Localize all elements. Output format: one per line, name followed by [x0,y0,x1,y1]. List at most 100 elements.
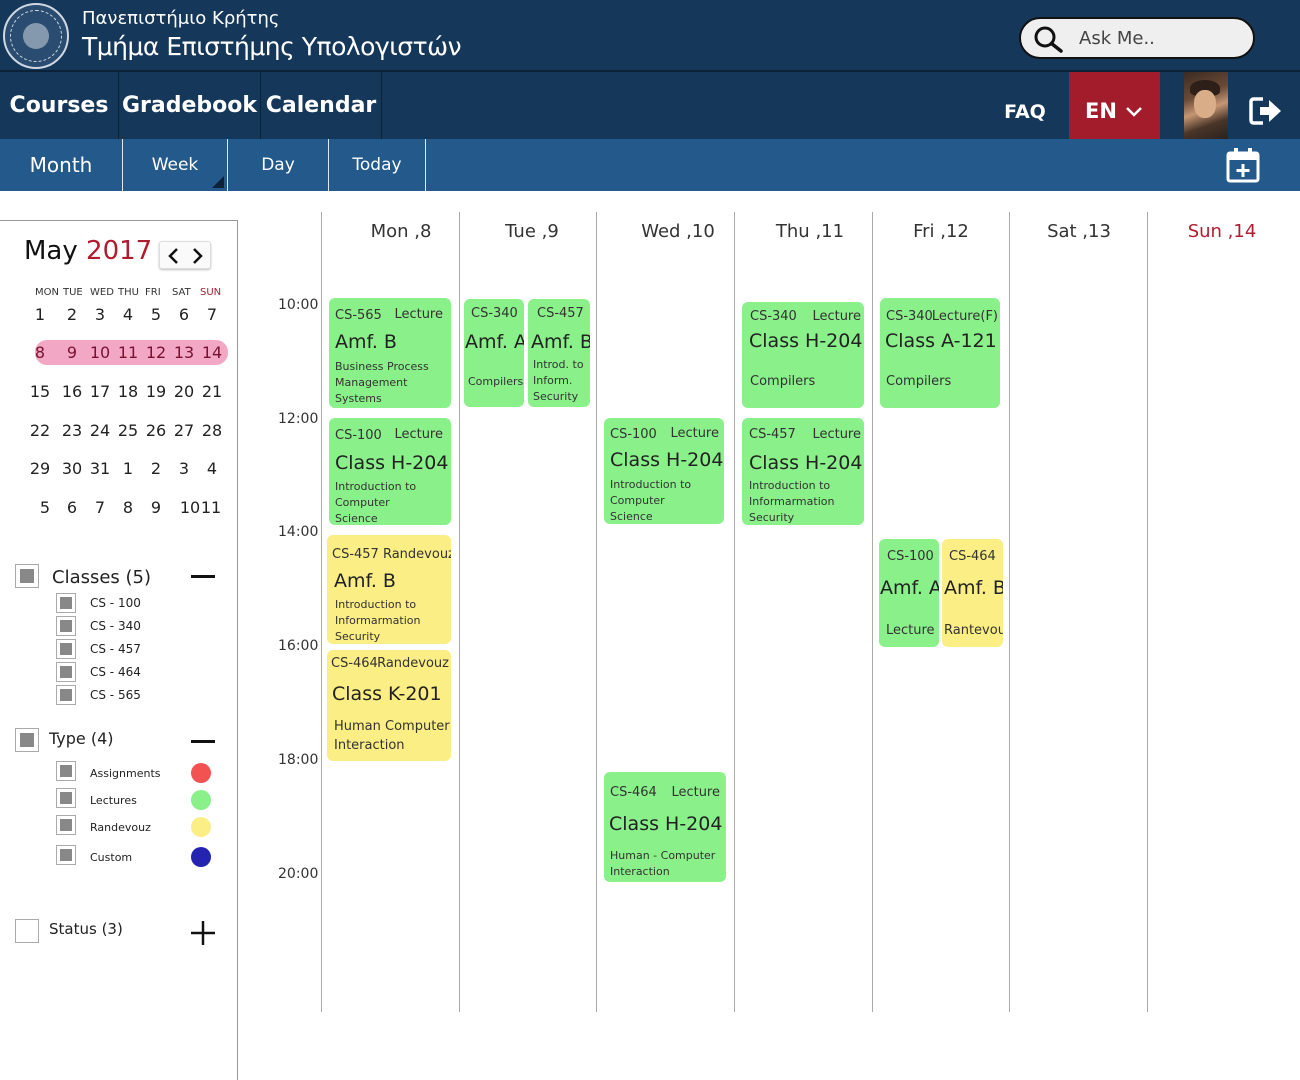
mini-calendar-day[interactable]: 30 [60,459,84,478]
event-card[interactable]: CS-340 Lecture Class H-204 Compilers [742,302,864,408]
day-header-mon[interactable]: Mon ,8 [322,221,480,242]
user-avatar[interactable] [1184,72,1228,139]
type-checkbox-assignments[interactable] [56,761,76,781]
add-event-calendar-icon[interactable] [1225,146,1261,184]
mini-calendar-day[interactable]: 25 [116,421,140,440]
collapse-type-icon[interactable] [191,740,215,743]
class-checkbox-cs464[interactable] [56,662,76,682]
mini-calendar-day[interactable]: 12 [144,343,168,362]
event-card[interactable]: CS-457 Randevouz Amf. B Introduction to … [327,535,451,644]
language-selector[interactable]: EN [1069,72,1160,139]
event-card[interactable]: CS-565 Lecture Amf. B Business Process M… [329,298,451,408]
nav-courses[interactable]: Courses [0,72,119,139]
mini-calendar-day[interactable]: 3 [88,305,112,324]
chevron-right-icon[interactable] [191,247,205,265]
mini-calendar-day[interactable]: 6 [172,305,196,324]
day-header-thu[interactable]: Thu ,11 [735,221,885,242]
search-input[interactable]: Ask Me.. [1079,28,1155,49]
chevron-left-icon[interactable] [166,247,180,265]
class-label-cs340: CS - 340 [90,619,141,633]
mini-calendar-day[interactable]: 5 [33,498,57,517]
nav-gradebook[interactable]: Gradebook [119,72,261,139]
mini-calendar-day[interactable]: 14 [200,343,224,362]
weekday-fri: FRI [145,287,161,298]
event-card[interactable]: CS-457 Amf. B Introd. to Inform. Securit… [528,299,590,407]
mini-calendar-day[interactable]: 24 [88,421,112,440]
mini-calendar-day[interactable]: 20 [172,382,196,401]
expand-status-icon[interactable] [190,920,216,946]
class-checkbox-cs457[interactable] [56,639,76,659]
mini-calendar-day[interactable]: 10 [88,343,112,362]
mini-calendar-day[interactable]: 15 [28,382,52,401]
department-name: Τμήμα Επιστήμης Υπολογιστών [82,32,462,61]
event-card[interactable]: CS-340 Lecture(F) Class A-121 Compilers [880,298,1000,408]
event-card[interactable]: CS-457 Lecture Class H-204 Introduction … [742,418,864,525]
event-card[interactable]: CS-340 Amf. A Compilers [464,299,524,407]
event-course-code: CS-100 [335,428,382,443]
type-checkbox-lectures[interactable] [56,788,76,808]
view-month-tab[interactable]: Month [0,139,123,191]
mini-calendar-day[interactable]: 4 [116,305,140,324]
day-header-sat[interactable]: Sat ,13 [1010,221,1148,242]
mini-calendar-day[interactable]: 6 [60,498,84,517]
view-day-tab[interactable]: Day [228,139,329,191]
class-checkbox-cs100[interactable] [56,593,76,613]
event-card[interactable]: CS-464 Lecture Class H-204 Human - Compu… [604,772,726,882]
search-box[interactable]: Ask Me.. [1019,17,1255,59]
event-card[interactable]: CS-464 Randevouz Class K-201 Human Compu… [327,650,451,761]
mini-calendar-day[interactable]: 8 [116,498,140,517]
mini-calendar-day[interactable]: 9 [60,343,84,362]
mini-calendar-day[interactable]: 23 [60,421,84,440]
logout-icon[interactable] [1249,96,1283,126]
mini-calendar-day[interactable]: 26 [144,421,168,440]
mini-calendar-day[interactable]: 1 [116,459,140,478]
mini-calendar-day[interactable]: 29 [28,459,52,478]
mini-calendar-day[interactable]: 11 [116,343,140,362]
event-course-code: CS-100 [610,427,657,442]
day-header-fri[interactable]: Fri ,12 [873,221,1009,242]
class-checkbox-cs340[interactable] [56,616,76,636]
mini-calendar-day[interactable]: 19 [144,382,168,401]
event-card[interactable]: CS-100 Lecture Class H-204 Introduction … [329,418,451,525]
mini-calendar-day[interactable]: 3 [172,459,196,478]
view-week-tab[interactable]: Week [123,139,228,191]
university-logo[interactable] [3,3,69,69]
mini-calendar-day[interactable]: 9 [144,498,168,517]
mini-calendar-day[interactable]: 4 [200,459,224,478]
weekday-thu: THU [118,287,139,298]
mini-calendar-day[interactable]: 7 [88,498,112,517]
day-header-tue[interactable]: Tue ,9 [460,221,604,242]
collapse-classes-icon[interactable] [191,575,215,578]
mini-calendar-day[interactable]: 2 [144,459,168,478]
mini-calendar-day[interactable]: 17 [88,382,112,401]
day-header-sun[interactable]: Sun ,14 [1148,221,1296,242]
event-type: Lecture [671,785,720,800]
nav-calendar[interactable]: Calendar [261,72,382,139]
mini-calendar-day[interactable]: 5 [144,305,168,324]
status-filter-checkbox[interactable] [15,919,39,943]
event-card[interactable]: CS-100 Amf. A Lecture [879,539,939,647]
mini-calendar-day[interactable]: 2 [60,305,84,324]
mini-calendar-day[interactable]: 27 [172,421,196,440]
mini-calendar-day[interactable]: 13 [172,343,196,362]
mini-calendar-day[interactable]: 8 [28,343,52,362]
mini-calendar-day[interactable]: 1 [28,305,52,324]
mini-calendar-day[interactable]: 7 [200,305,224,324]
event-card[interactable]: CS-100 Lecture Class H-204 Introduction … [604,418,724,524]
type-checkbox-randevouz[interactable] [56,815,76,835]
mini-calendar-day[interactable]: 28 [200,421,224,440]
mini-calendar-day[interactable]: 31 [88,459,112,478]
type-checkbox-custom[interactable] [56,845,76,865]
mini-calendar-day[interactable]: 22 [28,421,52,440]
type-filter-checkbox[interactable] [15,728,39,752]
mini-calendar-day[interactable]: 16 [60,382,84,401]
view-today-tab[interactable]: Today [329,139,426,191]
event-card[interactable]: CS-464 Amf. B Rantevou [942,539,1003,647]
faq-link[interactable]: FAQ [990,72,1060,139]
mini-calendar-day[interactable]: 18 [116,382,140,401]
mini-calendar-day[interactable]: 21 [200,382,224,401]
classes-filter-checkbox[interactable] [15,564,39,588]
event-course-code: CS-457 [749,427,796,442]
mini-calendar-day[interactable]: 11 [199,498,223,517]
class-checkbox-cs565[interactable] [56,685,76,705]
